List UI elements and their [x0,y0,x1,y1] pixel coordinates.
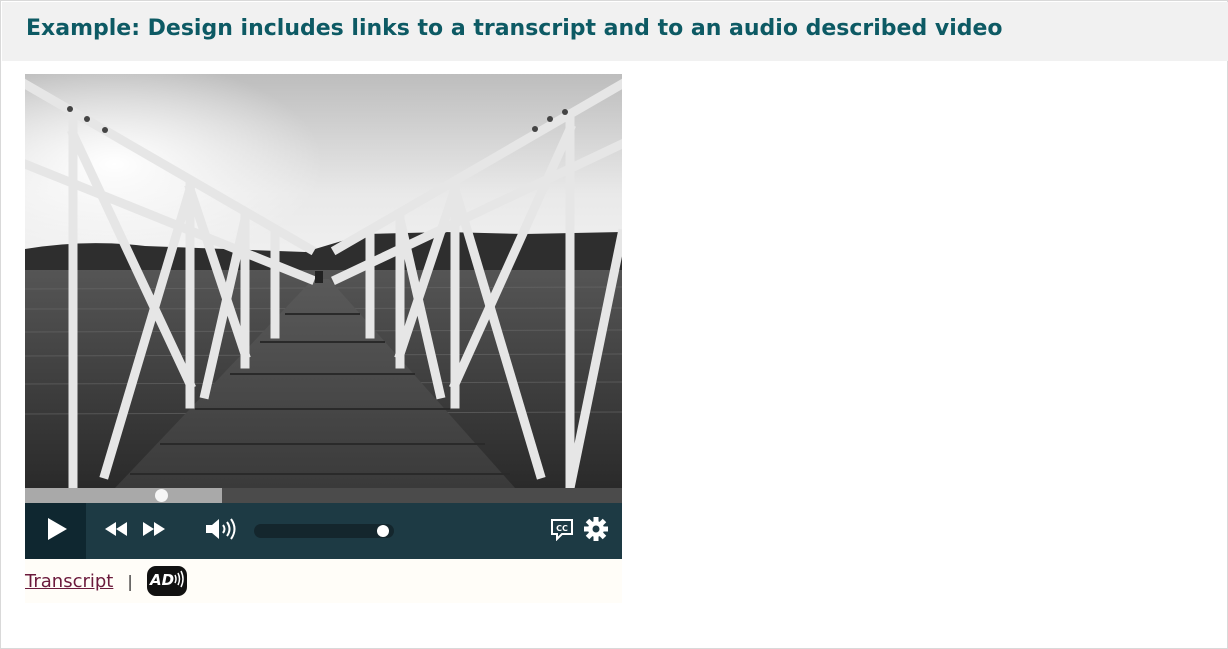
volume-button[interactable] [203,516,241,546]
pier-bridge-image [25,74,622,488]
audio-description-link[interactable]: AD [146,566,187,596]
rewind-icon [104,521,128,541]
transcript-link[interactable]: Transcript [25,571,113,592]
fast-forward-button[interactable] [141,517,167,545]
video-player: CC [25,74,622,559]
example-title: Example: Design includes links to a tran… [26,16,1003,41]
video-frame[interactable] [25,74,622,488]
link-separator: | [127,571,133,591]
gear-icon [583,516,609,546]
audio-description-label: AD [149,571,174,589]
media-alternatives-links: Transcript | AD [25,559,622,603]
volume-slider[interactable] [254,524,394,538]
play-button[interactable] [25,503,86,559]
audio-description-icon: AD [148,568,186,595]
video-controls-bar: CC [25,503,622,559]
fast-forward-icon [142,521,166,541]
settings-button[interactable] [582,517,610,545]
video-progress-bar[interactable] [25,488,622,503]
rewind-button[interactable] [103,517,129,545]
volume-slider-handle[interactable] [377,525,389,537]
example-header: Example: Design includes links to a tran… [2,2,1228,61]
progress-scrubber-handle[interactable] [155,489,168,502]
volume-icon [204,516,240,546]
play-icon [43,516,69,546]
closed-captions-icon: CC [550,517,574,545]
progress-played-fill [25,488,222,503]
closed-captions-button[interactable]: CC [549,518,575,544]
cc-label: CC [556,524,568,533]
